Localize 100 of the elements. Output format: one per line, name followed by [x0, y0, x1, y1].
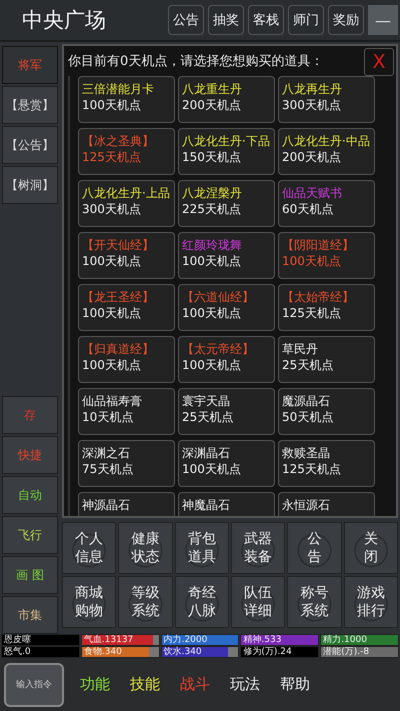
- header-button[interactable]: 师门: [288, 5, 324, 35]
- item-price: 100天机点: [182, 306, 242, 321]
- item-card[interactable]: 深渊之石 75天机点: [78, 440, 175, 487]
- item-price: 25天机点: [282, 358, 334, 373]
- item-price: 100天机点: [182, 358, 242, 373]
- menu-tile[interactable]: 商城 购物: [62, 576, 116, 628]
- menu-tile[interactable]: 关 闭: [344, 522, 398, 574]
- header-button[interactable]: 客栈: [248, 5, 284, 35]
- item-name: 神源晶石: [82, 498, 131, 513]
- nav-tab[interactable]: 帮助: [270, 674, 320, 695]
- item-card[interactable]: 八龙化生丹·上品 300天机点: [78, 180, 175, 227]
- item-card[interactable]: 八龙再生丹 300天机点: [278, 76, 375, 123]
- item-name: 草民丹: [282, 342, 319, 357]
- item-name: 深渊之石: [82, 446, 131, 461]
- item-card[interactable]: 深渊晶石 100天机点: [178, 440, 275, 487]
- sidebar-button[interactable]: 画 图: [2, 556, 58, 594]
- item-card[interactable]: 八龙涅槃丹 225天机点: [178, 180, 275, 227]
- command-key[interactable]: 输入指令: [4, 662, 64, 706]
- menu-tile[interactable]: 称号 系统: [287, 576, 342, 628]
- menu-tile[interactable]: 个人 信息: [62, 522, 116, 574]
- item-card[interactable]: 【归真道经】 100天机点: [78, 336, 175, 383]
- item-price: 60天机点: [282, 202, 334, 217]
- item-name: 八龙涅槃丹: [182, 186, 243, 201]
- item-card[interactable]: 仙品天赋书 60天机点: [278, 180, 375, 227]
- item-name: 【太元帝经】: [182, 342, 255, 357]
- item-price: 225天机点: [182, 202, 242, 217]
- item-name: 【阴阳道经】: [282, 238, 355, 253]
- close-button[interactable]: X: [364, 48, 394, 76]
- item-price: 300天机点: [82, 202, 142, 217]
- item-price: 150天机点: [182, 150, 242, 165]
- menu-tile[interactable]: 武器 装备: [230, 522, 286, 574]
- header-button[interactable]: 公告: [168, 5, 204, 35]
- item-card[interactable]: 【六道仙经】 100天机点: [178, 284, 275, 331]
- menu-tile[interactable]: 队伍 详细: [230, 576, 286, 628]
- item-price: 75天机点: [82, 462, 134, 477]
- item-name: 【开天仙经】: [82, 238, 155, 253]
- item-card[interactable]: 八龙化生丹·中品 200天机点: [278, 128, 375, 175]
- sidebar-tab[interactable]: 【树洞】: [2, 166, 58, 204]
- item-name: 【六道仙经】: [182, 290, 255, 305]
- item-name: 三倍潜能月卡: [82, 82, 155, 97]
- item-price: 100天机点: [182, 462, 242, 477]
- sidebar-tab[interactable]: 【悬赏】: [2, 86, 58, 124]
- item-card[interactable]: 寰宇天晶 25天机点: [178, 388, 275, 435]
- header-button[interactable]: 抽奖: [208, 5, 244, 35]
- item-price: 125天机点: [82, 150, 142, 165]
- item-name: 寰宇天晶: [182, 394, 231, 409]
- sidebar-button[interactable]: 市集: [2, 596, 58, 634]
- menu-tile[interactable]: 奇经 八脉: [174, 576, 229, 628]
- item-card[interactable]: 八龙化生丹·下品 150天机点: [178, 128, 275, 175]
- nav-tab[interactable]: 战斗: [170, 674, 220, 695]
- item-card[interactable]: 红颜玲珑舞 100天机点: [178, 232, 275, 279]
- item-card[interactable]: 【太始帝经】 125天机点: [278, 284, 375, 331]
- shop-prompt: 你目前有0天机点，请选择您想购买的道具：: [68, 53, 324, 70]
- menu-button[interactable]: —: [368, 5, 398, 35]
- item-name: 仙品福寿膏: [82, 394, 143, 409]
- menu-tile[interactable]: 健康 状态: [118, 522, 173, 574]
- menu-tile[interactable]: 背包 道具: [174, 522, 229, 574]
- item-card[interactable]: 魔源晶石 50天机点: [278, 388, 375, 435]
- item-card[interactable]: 神魔晶石: [178, 492, 275, 516]
- nav-tab[interactable]: 功能: [70, 674, 120, 695]
- item-card[interactable]: 三倍潜能月卡 100天机点: [78, 76, 175, 123]
- item-price: 200天机点: [282, 150, 342, 165]
- item-name: 【太始帝经】: [282, 290, 355, 305]
- menu-tile[interactable]: 公 告: [287, 522, 342, 574]
- item-card[interactable]: 【开天仙经】 100天机点: [78, 232, 175, 279]
- header-button[interactable]: 奖励: [328, 5, 364, 35]
- item-name: 八龙化生丹·下品: [182, 134, 271, 149]
- item-card[interactable]: 永恒源石: [278, 492, 375, 516]
- item-name: 魔源晶石: [282, 394, 331, 409]
- stat-label: 气血.13137: [82, 635, 134, 645]
- item-name: 仙品天赋书: [282, 186, 343, 201]
- item-name: 救赎圣晶: [282, 446, 331, 461]
- nav-tab[interactable]: 技能: [120, 674, 170, 695]
- item-name: 【归真道经】: [82, 342, 155, 357]
- item-card[interactable]: 八龙重生丹 200天机点: [178, 76, 275, 123]
- item-card[interactable]: 【太元帝经】 100天机点: [178, 336, 275, 383]
- menu-tile[interactable]: 游戏 排行: [344, 576, 398, 628]
- stat-label: 精力.1000: [322, 635, 368, 645]
- item-price: 125天机点: [282, 462, 342, 477]
- item-card[interactable]: 【阴阳道经】 100天机点: [278, 232, 375, 279]
- item-card[interactable]: 神源晶石: [78, 492, 175, 516]
- item-price: 100天机点: [82, 98, 142, 113]
- item-card[interactable]: 草民丹 25天机点: [278, 336, 375, 383]
- item-price: 100天机点: [82, 254, 142, 269]
- sidebar-button[interactable]: 飞行: [2, 516, 58, 554]
- stat-label: 潜能(万).-8: [322, 647, 370, 657]
- sidebar-button[interactable]: 自动: [2, 476, 58, 514]
- menu-tile[interactable]: 等级 系统: [118, 576, 173, 628]
- item-name: 八龙化生丹·中品: [282, 134, 371, 149]
- item-card[interactable]: 仙品福寿膏 10天机点: [78, 388, 175, 435]
- item-card[interactable]: 救赎圣晶 125天机点: [278, 440, 375, 487]
- stat-label: 内力.2000: [162, 635, 208, 645]
- item-card[interactable]: 【龙王圣经】 100天机点: [78, 284, 175, 331]
- item-price: 125天机点: [282, 306, 342, 321]
- item-card[interactable]: 【冰之圣典】 125天机点: [78, 128, 175, 175]
- item-name: 深渊晶石: [182, 446, 231, 461]
- nav-tab[interactable]: 玩法: [220, 674, 270, 695]
- sidebar-tab[interactable]: 【公告】: [2, 126, 58, 164]
- item-price: 300天机点: [282, 98, 342, 113]
- stat-label: 恩皮噻: [3, 635, 32, 645]
